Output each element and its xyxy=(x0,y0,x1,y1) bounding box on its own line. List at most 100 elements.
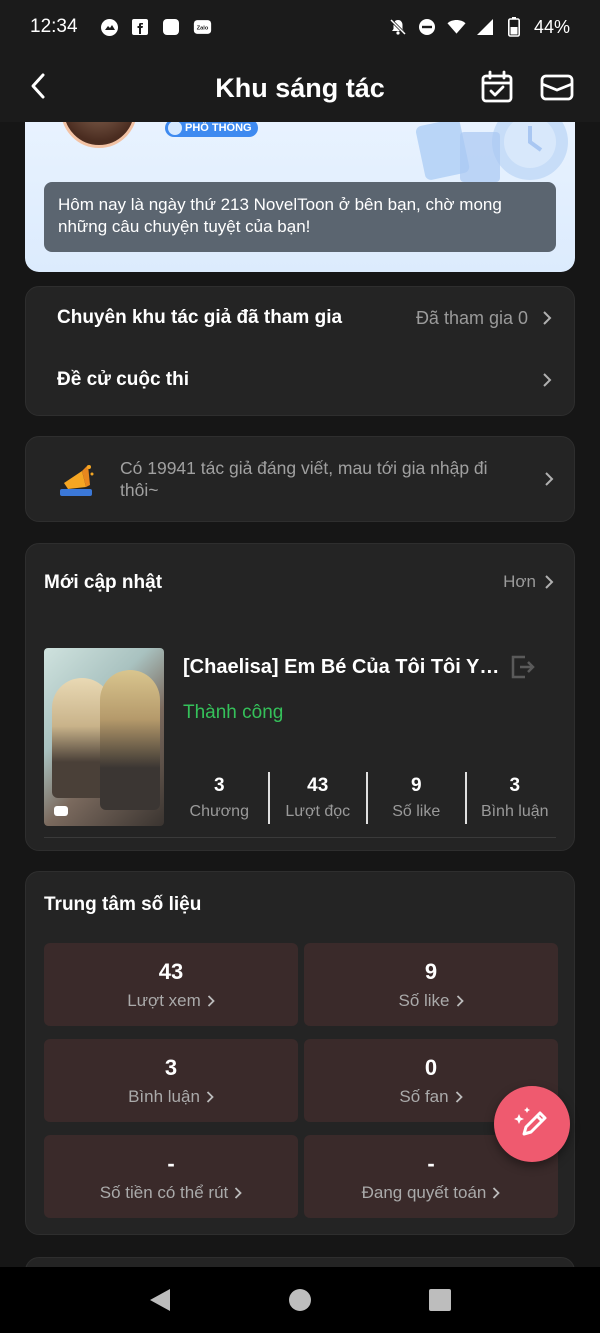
facebook-icon xyxy=(131,18,150,37)
tile-label: Bình luận xyxy=(128,1086,200,1106)
book-title[interactable]: [Chaelisa] Em Bé Của Tôi Tôi Yêu Nhiều L… xyxy=(183,656,508,679)
wifi-icon xyxy=(447,18,466,37)
tile-label-row: Số tiền có thể rút xyxy=(100,1183,243,1203)
back-arrow-icon xyxy=(31,73,45,99)
mail-icon xyxy=(540,74,574,101)
data-center-card: Trung tâm số liệu 43 Lượt xem 9 Số like … xyxy=(25,871,575,1235)
stat-chapters: 3 Chương xyxy=(171,772,268,824)
battery-icon xyxy=(505,17,524,37)
chevron-right-icon xyxy=(545,472,554,486)
status-bar: 12:34 Zalo 44% xyxy=(0,0,600,54)
joined-author-zones-row[interactable]: Chuyên khu tác giả đã tham gia Đã tham g… xyxy=(26,288,574,348)
app-header: Khu sáng tác xyxy=(0,54,600,122)
data-tile-withdrawable[interactable]: - Số tiền có thể rút xyxy=(44,1135,298,1218)
tile-value: 3 xyxy=(164,1054,178,1080)
stat-value: 9 xyxy=(410,775,422,796)
system-nav-bar xyxy=(0,1267,600,1333)
next-card xyxy=(25,1257,575,1267)
contest-recommendation-row[interactable]: Đề cử cuộc thi xyxy=(26,350,574,410)
chevron-right-icon xyxy=(455,1090,463,1103)
megaphone-icon xyxy=(60,465,94,496)
back-button[interactable] xyxy=(20,68,56,104)
drop-icon xyxy=(168,122,182,135)
system-home-button[interactable] xyxy=(287,1287,313,1313)
calendar-button[interactable] xyxy=(480,70,514,104)
page-title: Khu sáng tác xyxy=(215,72,385,103)
exit-icon[interactable] xyxy=(508,653,536,681)
square-app-icon xyxy=(162,18,181,37)
pen-sparkle-icon xyxy=(514,1107,547,1136)
tile-value: - xyxy=(167,1150,175,1176)
zalo-icon-label: Zalo xyxy=(196,26,208,32)
avatar[interactable] xyxy=(61,122,137,148)
chevron-right-icon xyxy=(545,575,554,589)
stat-value: 43 xyxy=(307,775,329,796)
calendar-check-icon xyxy=(481,70,513,103)
photo-icon xyxy=(100,18,119,37)
mail-button[interactable] xyxy=(540,70,574,104)
stat-value: 3 xyxy=(509,775,521,796)
system-recents-button[interactable] xyxy=(427,1287,453,1313)
recent-updates-card: Mới cập nhật Hơn [Chaelisa] Em Bé Của Tô… xyxy=(25,543,575,851)
invite-banner[interactable]: Có 19941 tác giả đáng viết, mau tới gia … xyxy=(25,436,575,522)
square-recents-icon xyxy=(429,1289,451,1311)
circle-home-icon xyxy=(289,1289,311,1311)
chevron-right-icon xyxy=(207,994,215,1007)
status-time: 12:34 xyxy=(30,16,78,37)
data-tile-views[interactable]: 43 Lượt xem xyxy=(44,943,298,1026)
author-hero-card: PHỔ THÔNG Hôm nay là ngày thứ 213 NovelT… xyxy=(25,122,575,272)
author-links-card: Chuyên khu tác giả đã tham gia Đã tham g… xyxy=(25,286,575,416)
section-title: Mới cập nhật xyxy=(44,572,163,593)
tile-label: Số tiền có thể rút xyxy=(99,1182,229,1202)
battery-percent: 44% xyxy=(533,16,570,37)
stat-value: 3 xyxy=(213,775,225,796)
book-stats: 3 Chương 43 Lượt đọc 9 Số like 3 Bình lu… xyxy=(171,772,563,824)
author-level-badge: PHỔ THÔNG xyxy=(165,122,258,137)
stat-label: Lượt đọc xyxy=(285,803,351,820)
author-level-label: PHỔ THÔNG xyxy=(185,122,252,134)
tile-value: 43 xyxy=(158,958,184,984)
signal-icon xyxy=(476,18,495,37)
tile-label: Số like xyxy=(398,990,450,1010)
tile-value: 9 xyxy=(424,958,438,984)
chevron-right-icon xyxy=(543,373,552,387)
more-link[interactable]: Hơn xyxy=(503,572,554,592)
chevron-right-icon xyxy=(456,994,464,1007)
tile-value: - xyxy=(427,1150,435,1176)
tile-label-row: Số like xyxy=(398,990,464,1011)
cover-figure xyxy=(100,670,160,810)
section-title: Trung tâm số liệu xyxy=(44,894,202,915)
data-grid: 43 Lượt xem 9 Số like 3 Bình luận 0 Số f… xyxy=(44,943,558,1218)
write-fab-button[interactable] xyxy=(494,1086,570,1162)
chevron-right-icon xyxy=(543,311,552,325)
chevron-right-icon xyxy=(235,1186,243,1199)
joined-zones-label: Chuyên khu tác giả đã tham gia xyxy=(57,307,343,328)
system-back-button[interactable] xyxy=(147,1287,173,1313)
stat-label: Chương xyxy=(189,803,249,820)
more-label: Hơn xyxy=(503,572,536,591)
welcome-message: Hôm nay là ngày thứ 213 NovelToon ở bên … xyxy=(44,182,556,252)
book-cover[interactable] xyxy=(44,648,164,826)
chevron-right-icon xyxy=(206,1090,214,1103)
chevron-right-icon xyxy=(493,1186,501,1199)
invite-text: Có 19941 tác giả đáng viết, mau tới gia … xyxy=(120,458,488,500)
contest-label: Đề cử cuộc thi xyxy=(57,369,190,390)
divider xyxy=(44,837,556,838)
comment-icon xyxy=(54,806,68,816)
do-not-disturb-icon xyxy=(418,18,437,37)
tile-label-row: Lượt xem xyxy=(127,991,215,1011)
tile-label: Số fan xyxy=(399,1086,449,1106)
stat-label: Số like xyxy=(392,803,441,820)
zalo-icon: Zalo xyxy=(193,18,212,37)
notifications-off-icon xyxy=(389,18,408,37)
tile-label-row: Số fan xyxy=(399,1086,463,1107)
joined-zones-value: Đã tham gia 0 xyxy=(415,307,528,328)
tile-value: 0 xyxy=(424,1054,438,1080)
data-tile-comments[interactable]: 3 Bình luận xyxy=(44,1039,298,1122)
data-tile-likes[interactable]: 9 Số like xyxy=(304,943,558,1026)
book-status: Thành công xyxy=(183,702,284,723)
stat-label: Bình luận xyxy=(480,803,549,820)
stat-reads: 43 Lượt đọc xyxy=(267,772,367,824)
stat-comments: 3 Bình luận xyxy=(464,772,564,824)
tile-label-row: Bình luận xyxy=(128,1087,214,1107)
